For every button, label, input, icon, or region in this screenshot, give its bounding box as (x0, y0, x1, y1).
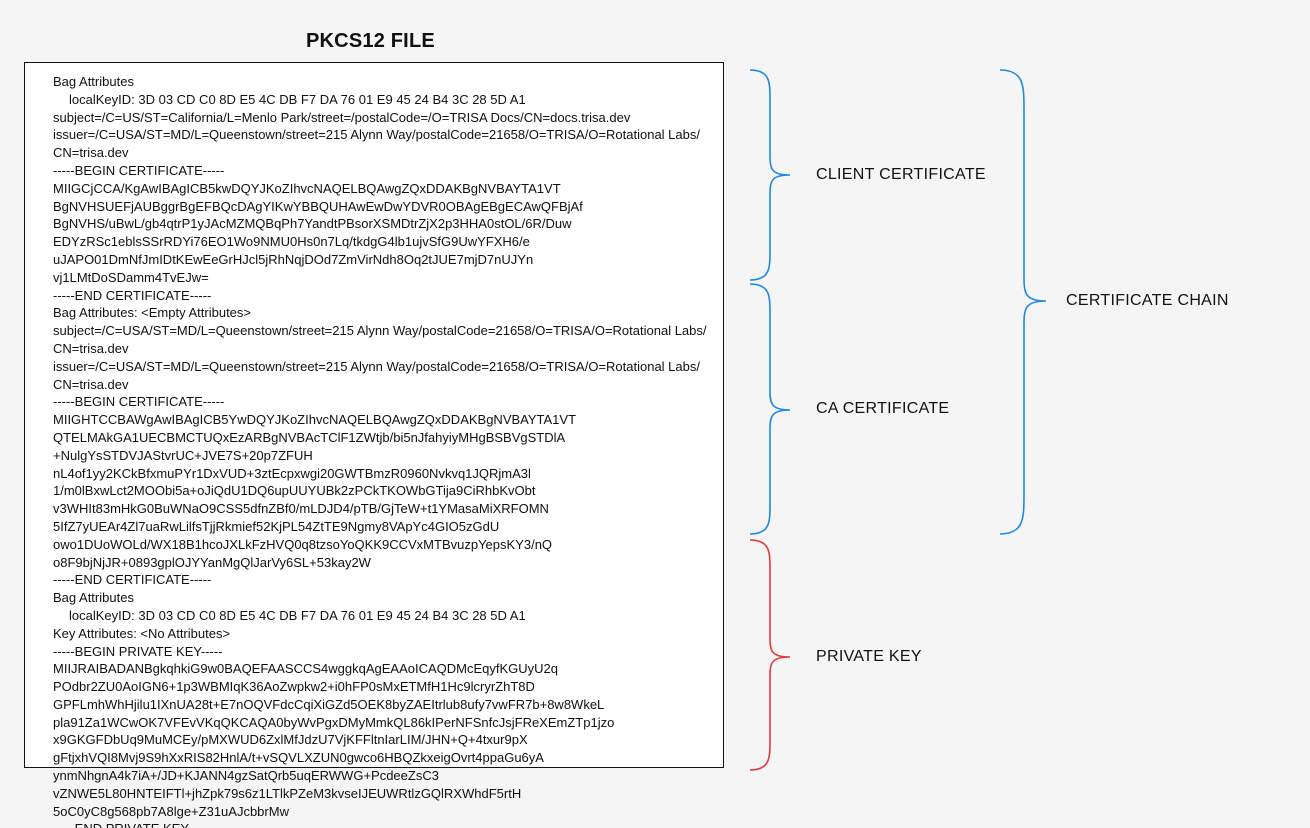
brace-client-cert (750, 70, 790, 280)
label-private-key: PRIVATE KEY (816, 648, 922, 666)
label-client-cert: CLIENT CERTIFICATE (816, 166, 986, 184)
text-line: gFtjxhVQI8Mvj9S9hXxRIS82HnlA/t+vSQVLXZUN… (53, 749, 709, 767)
text-line: pla91Za1WCwOK7VFEvVKqQKCAQA0byWvPgxDMyMm… (53, 714, 709, 732)
text-line: v3WHIt83mHkG0BuWNaO9CSS5dfnZBf0/mLDJD4/p… (53, 500, 709, 518)
text-line: vj1LMtDoSDamm4TvEJw= (53, 269, 709, 287)
text-line: x9GKGFDbUq9MuMCEy/pMXWUD6ZxlMfJdzU7VjKFF… (53, 731, 709, 749)
text-line: issuer=/C=USA/ST=MD/L=Queenstown/street=… (53, 358, 709, 394)
text-line: GPFLmhWhHjilu1IXnUA28t+E7nOQVFdcCqiXiGZd… (53, 696, 709, 714)
text-line: owo1DUoWOLd/WX18B1hcoJXLkFzHVQ0q8tzsoYoQ… (53, 536, 709, 554)
text-line: subject=/C=USA/ST=MD/L=Queenstown/street… (53, 322, 709, 358)
text-line: issuer=/C=USA/ST=MD/L=Queenstown/street=… (53, 126, 709, 162)
brace-cert-chain (1000, 70, 1046, 534)
brace-ca-cert (750, 284, 790, 534)
brace-private-key (750, 540, 790, 770)
text-line: BgNVHSUEFjAUBggrBgEFBQcDAgYIKwYBBQUHAwEw… (53, 198, 709, 216)
text-line: -----BEGIN PRIVATE KEY----- (53, 643, 709, 661)
text-line: Bag Attributes: <Empty Attributes> (53, 304, 709, 322)
text-line: 5oC0yC8g568pb7A8lge+Z31uAJcbbrMw (53, 803, 709, 821)
text-line: POdbr2ZU0AoIGN6+1p3WBMIqK36AoZwpkw2+i0hF… (53, 678, 709, 696)
text-line: BgNVHS/uBwL/gb4qtrP1yJAcMZMQBqPh7YandtPB… (53, 215, 709, 233)
text-line: -----END PRIVATE KEY----- (53, 820, 709, 828)
text-line: MIIGCjCCA/KgAwIBAgICB5kwDQYJKoZIhvcNAQEL… (53, 180, 709, 198)
text-line: Bag Attributes (53, 589, 709, 607)
text-line: Bag Attributes (53, 73, 709, 91)
text-line: localKeyID: 3D 03 CD C0 8D E5 4C DB F7 D… (53, 607, 709, 625)
text-line: subject=/C=US/ST=California/L=Menlo Park… (53, 109, 709, 127)
diagram-canvas: PKCS12 FILE Bag Attributes localKeyID: 3… (0, 0, 1310, 828)
pkcs12-file-contents: Bag Attributes localKeyID: 3D 03 CD C0 8… (24, 62, 724, 768)
text-line: -----END CERTIFICATE----- (53, 287, 709, 305)
text-line: uJAPO01DmNfJmIDtKEwEeGrHJcl5jRhNqjDOd7Zm… (53, 251, 709, 269)
text-line: Key Attributes: <No Attributes> (53, 625, 709, 643)
text-line: -----BEGIN CERTIFICATE----- (53, 393, 709, 411)
text-line: MIIJRAIBADANBgkqhkiG9w0BAQEFAASCCS4wggkq… (53, 660, 709, 678)
text-line: EDYzRSc1eblsSSrRDYi76EO1Wo9NMU0Hs0n7Lq/t… (53, 233, 709, 251)
page-title: PKCS12 FILE (306, 30, 435, 53)
text-line: ynmNhgnA4k7iA+/JD+KJANN4gzSatQrb5uqERWWG… (53, 767, 709, 785)
text-line: QTELMAkGA1UECBMCTUQxEzARBgNVBAcTClF1ZWtj… (53, 429, 709, 447)
text-line: vZNWE5L80HNTEIFTl+jhZpk79s6z1LTlkPZeM3kv… (53, 785, 709, 803)
text-line: 1/m0lBxwLct2MOObi5a+oJiQdU1DQ6upUUYUBk2z… (53, 482, 709, 500)
text-line: MIIGHTCCBAWgAwIBAgICB5YwDQYJKoZIhvcNAQEL… (53, 411, 709, 429)
text-line: o8F9bjNjJR+0893gplOJYYanMgQlJarVy6SL+53k… (53, 554, 709, 572)
label-cert-chain: CERTIFICATE CHAIN (1066, 292, 1229, 310)
text-line: +NulgYsSTDVJAStvrUC+JVE7S+20p7ZFUH (53, 447, 709, 465)
text-line: -----BEGIN CERTIFICATE----- (53, 162, 709, 180)
text-line: 5IfZ7yUEAr4Zl7uaRwLilfsTjjRkmief52KjPL54… (53, 518, 709, 536)
text-line: -----END CERTIFICATE----- (53, 571, 709, 589)
label-ca-cert: CA CERTIFICATE (816, 400, 949, 418)
text-line: localKeyID: 3D 03 CD C0 8D E5 4C DB F7 D… (53, 91, 709, 109)
text-line: nL4of1yy2KCkBfxmuPYr1DxVUD+3ztEcpxwgi20G… (53, 465, 709, 483)
